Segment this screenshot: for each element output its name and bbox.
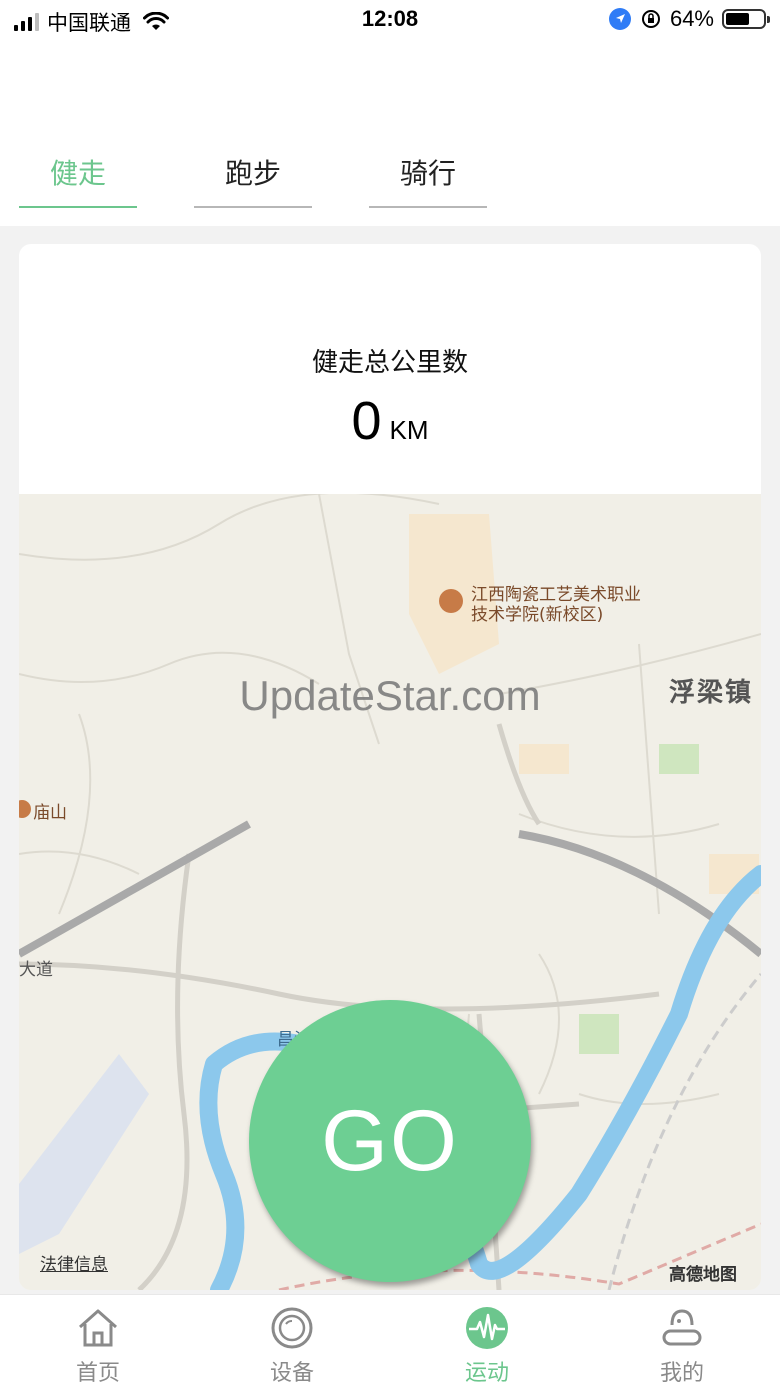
home-icon <box>79 1309 117 1347</box>
nav-device-label: 设备 <box>269 1361 314 1386</box>
road-label: 大道 <box>19 960 53 980</box>
tab-running[interactable]: 跑步 <box>194 148 312 208</box>
poi-temple: 庙山 <box>33 803 67 823</box>
nav-home[interactable]: 首页 <box>38 1305 158 1387</box>
profile-icon <box>662 1309 702 1346</box>
battery-percent: 64% <box>669 6 714 31</box>
bottom-navigation: 首页 设备 运动 我的 <box>0 1294 780 1387</box>
nav-sport-label: 运动 <box>464 1361 509 1386</box>
town-label: 浮梁镇 <box>669 678 754 708</box>
go-button[interactable]: GO <box>249 1000 531 1282</box>
map-provider-logo: 高德地图 <box>669 1265 737 1285</box>
map-view[interactable]: 江西陶瓷工艺美术职业 技术学院(新校区) UpdateStar.com 浮梁镇 … <box>19 494 761 1290</box>
nav-sport[interactable]: 运动 <box>427 1305 547 1387</box>
poi-school-line2: 技术学院(新校区) <box>471 605 604 625</box>
battery-level-fill <box>726 13 750 25</box>
location-arrow-icon <box>608 8 631 30</box>
battery-icon <box>722 9 770 29</box>
school-poi-icon <box>439 589 463 613</box>
tab-cycling[interactable]: 骑行 <box>369 148 487 208</box>
sport-type-header: 健走 跑步 骑行 <box>0 40 780 226</box>
total-distance-value: 0 <box>351 391 382 451</box>
status-right: 64% <box>608 6 770 32</box>
watermark: UpdateStar.com <box>239 672 541 719</box>
total-distance-label: 健走总公里数 <box>311 348 468 378</box>
total-distance: 0 KM <box>19 390 761 452</box>
nav-profile-label: 我的 <box>659 1361 704 1386</box>
tab-walking[interactable]: 健走 <box>19 148 137 208</box>
rotation-lock-icon <box>641 10 660 28</box>
status-bar: 中国联通 12:08 64% <box>0 0 780 40</box>
device-icon <box>271 1307 313 1349</box>
nav-profile[interactable]: 我的 <box>622 1305 742 1387</box>
poi-school-line1: 江西陶瓷工艺美术职业 <box>471 585 641 605</box>
nav-home-label: 首页 <box>75 1361 120 1386</box>
sport-card: 健走总公里数 0 KM 江西陶瓷工艺美术职业 技术学院(新校区) UpdateS… <box>19 244 761 1290</box>
total-distance-unit: KM <box>389 415 429 445</box>
nav-device[interactable]: 设备 <box>232 1305 352 1387</box>
sport-icon <box>466 1307 508 1349</box>
legal-info-link[interactable]: 法律信息 <box>40 1250 108 1275</box>
